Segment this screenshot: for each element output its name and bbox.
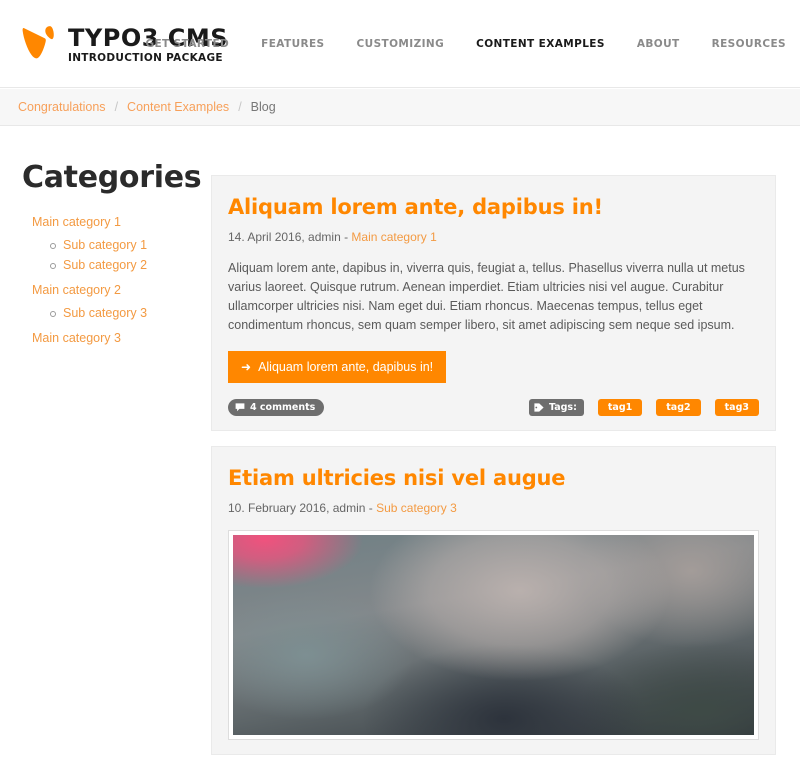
category-main-2[interactable]: Main category 2	[32, 279, 202, 301]
read-more-label: Aliquam lorem ante, dapibus in!	[258, 360, 434, 374]
nav-item-features[interactable]: FEATURES	[261, 38, 324, 50]
speech-bubble-icon	[235, 403, 245, 412]
category-sub-1[interactable]: Sub category 1	[50, 235, 202, 255]
list-item: Main category 1 Sub category 1 Sub categ…	[32, 211, 202, 275]
blog-post-title[interactable]: Aliquam lorem ante, dapibus in!	[228, 194, 759, 220]
breadcrumb-item-content-examples[interactable]: Content Examples	[127, 100, 229, 115]
tag-item-1[interactable]: tag1	[597, 399, 643, 416]
blog-post-2: Etiam ultricies nisi vel augue 10. Febru…	[211, 446, 776, 755]
tag-item-3[interactable]: tag3	[714, 399, 759, 416]
page-title: Categories	[22, 160, 202, 195]
comments-badge[interactable]: 4 comments	[228, 399, 325, 416]
typo3-logo-icon	[18, 24, 60, 64]
breadcrumb-separator: /	[114, 100, 119, 114]
blog-post-title[interactable]: Etiam ultricies nisi vel augue	[228, 465, 759, 491]
blog-post-date-author: 10. February 2016, admin -	[228, 501, 377, 515]
blog-post-date-author: 14. April 2016, admin -	[228, 230, 352, 244]
blog-post-image-frame	[228, 530, 759, 740]
comments-count-label: 4 comments	[250, 402, 316, 413]
nav-item-content-examples[interactable]: CONTENT EXAMPLES	[476, 38, 605, 50]
nav-item-about[interactable]: ABOUT	[637, 38, 680, 50]
list-item: Main category 2 Sub category 3	[32, 279, 202, 323]
logo-subtitle: INTRODUCTION PACKAGE	[68, 52, 223, 64]
category-main-3[interactable]: Main category 3	[32, 327, 202, 349]
blog-article-list: Aliquam lorem ante, dapibus in! 14. Apri…	[211, 175, 776, 770]
main-navigation: GET STARTED FEATURES CUSTOMIZING CONTENT…	[145, 38, 786, 50]
blog-post-excerpt: Aliquam lorem ante, dapibus in, viverra …	[228, 261, 745, 332]
category-main-1[interactable]: Main category 1	[32, 211, 202, 233]
categories-sidebar: Categories Main category 1 Sub category …	[22, 161, 202, 349]
tags-group: Tags: tag1 tag2 tag3	[528, 399, 759, 416]
blog-post-footer: 4 comments Tags: tag1 tag2 tag3	[228, 399, 759, 416]
breadcrumb-item-congratulations[interactable]: Congratulations	[18, 100, 106, 115]
breadcrumb-bar: Congratulations / Content Examples / Blo…	[0, 89, 800, 126]
nav-item-customizing[interactable]: CUSTOMIZING	[357, 38, 445, 50]
category-sub-2[interactable]: Sub category 2	[50, 255, 202, 275]
blog-post-category-link[interactable]: Main category 1	[351, 230, 436, 244]
breadcrumb-item-blog: Blog	[250, 100, 276, 114]
subcategory-list: Sub category 1 Sub category 2	[32, 235, 202, 275]
blog-post-category-link[interactable]: Sub category 3	[376, 501, 457, 515]
nav-item-resources[interactable]: RESOURCES	[712, 38, 786, 50]
category-sub-3[interactable]: Sub category 3	[50, 303, 202, 323]
blog-post-1: Aliquam lorem ante, dapibus in! 14. Apri…	[211, 175, 776, 431]
tags-label-badge: Tags:	[528, 399, 584, 416]
breadcrumb-separator: /	[238, 100, 242, 114]
blog-post-meta: 10. February 2016, admin - Sub category …	[228, 500, 759, 516]
subcategory-list: Sub category 3	[32, 303, 202, 323]
list-item: Main category 3	[32, 327, 202, 349]
read-more-button[interactable]: ➜ Aliquam lorem ante, dapibus in!	[228, 351, 447, 383]
arrow-right-icon: ➜	[241, 360, 252, 374]
blog-post-image	[233, 535, 754, 735]
tags-label-text: Tags:	[548, 402, 577, 413]
blog-post-meta: 14. April 2016, admin - Main category 1	[228, 229, 759, 245]
nav-item-get-started[interactable]: GET STARTED	[145, 38, 229, 50]
tag-icon	[534, 403, 544, 412]
category-list: Main category 1 Sub category 1 Sub categ…	[22, 211, 202, 349]
tag-item-2[interactable]: tag2	[656, 399, 701, 416]
breadcrumb: Congratulations / Content Examples / Blo…	[18, 100, 276, 115]
site-header: TYPO3 CMS INTRODUCTION PACKAGE GET START…	[0, 0, 800, 88]
